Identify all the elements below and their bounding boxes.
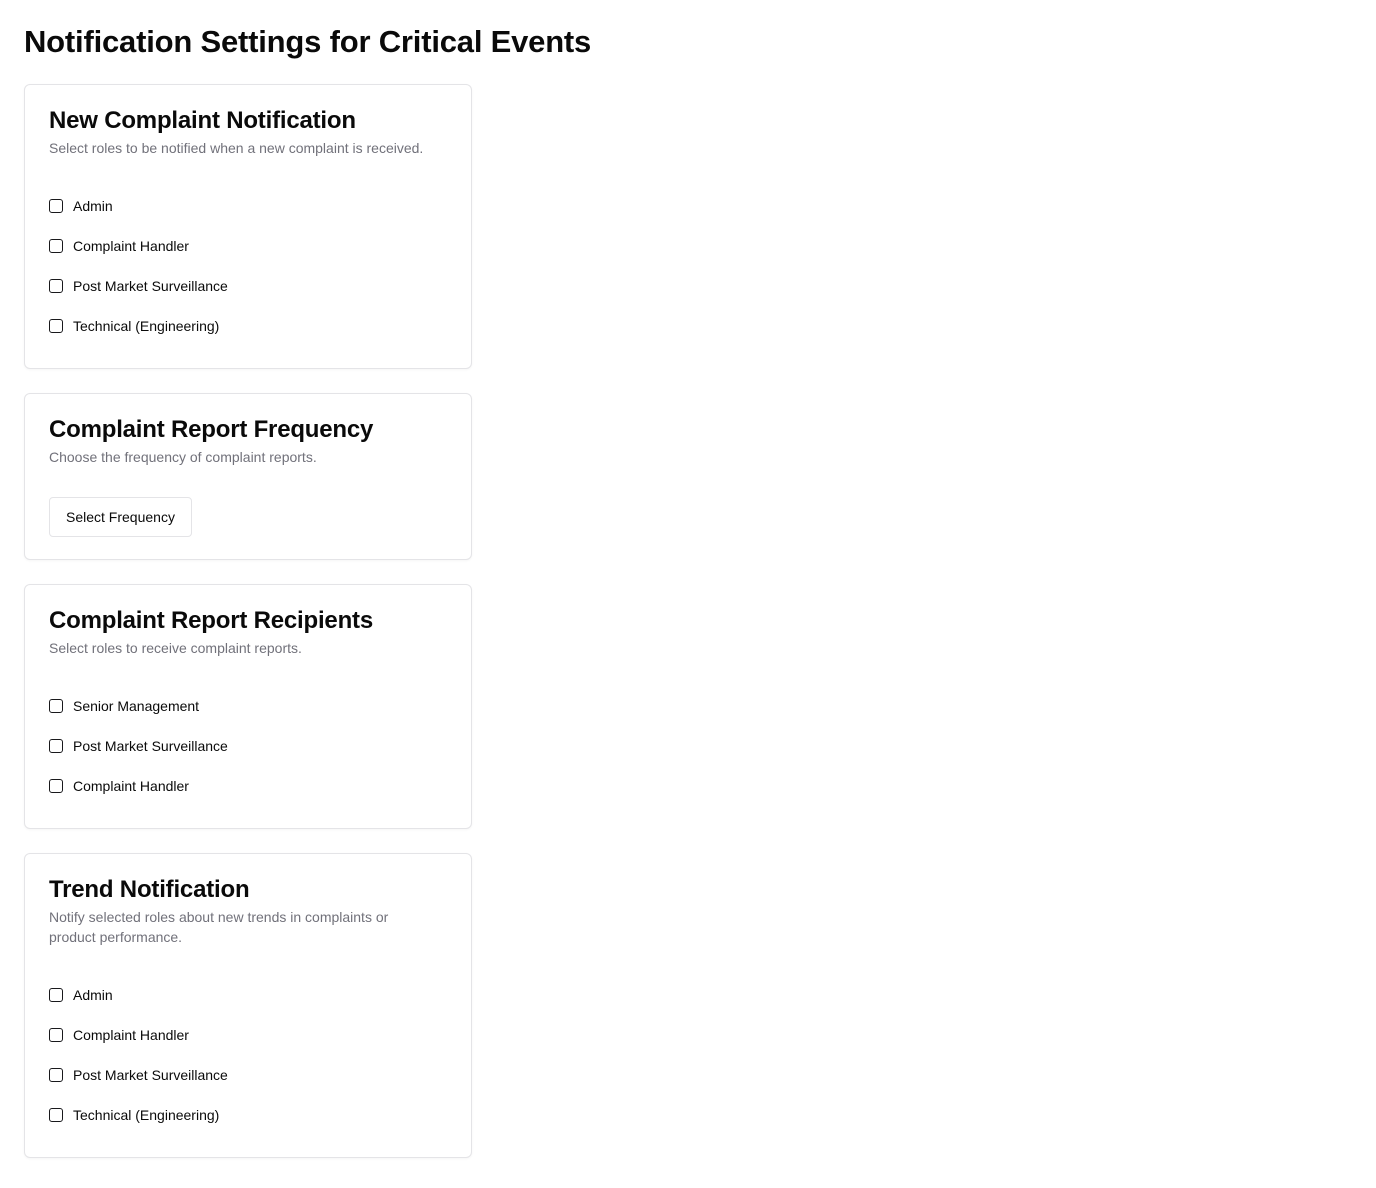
- option-label: Technical (Engineering): [73, 1107, 220, 1123]
- frequency-select-wrap: Select Frequency: [49, 497, 447, 537]
- checkbox[interactable]: [49, 319, 63, 333]
- role-options: Admin Complaint Handler Post Market Surv…: [49, 975, 447, 1135]
- trend-notification-card: Trend Notification Notify selected roles…: [24, 853, 472, 1158]
- role-option-complaint-handler[interactable]: Complaint Handler: [49, 1015, 447, 1055]
- card-description: Select roles to receive complaint report…: [49, 640, 302, 656]
- card-description: Choose the frequency of complaint report…: [49, 449, 317, 465]
- option-label: Technical (Engineering): [73, 318, 220, 334]
- card-description: Notify selected roles about new trends i…: [49, 909, 389, 945]
- settings-cards: New Complaint Notification Select roles …: [24, 84, 472, 1158]
- card-title: Complaint Report Recipients: [49, 607, 373, 634]
- checkbox[interactable]: [49, 239, 63, 253]
- checkbox[interactable]: [49, 779, 63, 793]
- page-title: Notification Settings for Critical Event…: [24, 24, 592, 59]
- role-option-post-market-surveillance[interactable]: Post Market Surveillance: [49, 1055, 447, 1095]
- checkbox[interactable]: [49, 279, 63, 293]
- card-title: New Complaint Notification: [49, 107, 356, 134]
- checkbox[interactable]: [49, 988, 63, 1002]
- role-option-admin[interactable]: Admin: [49, 186, 447, 226]
- option-label: Admin: [73, 198, 113, 214]
- role-options: Senior Management Post Market Surveillan…: [49, 686, 447, 806]
- role-options: Admin Complaint Handler Post Market Surv…: [49, 186, 447, 346]
- role-option-post-market-surveillance[interactable]: Post Market Surveillance: [49, 726, 447, 766]
- option-label: Complaint Handler: [73, 238, 189, 254]
- checkbox[interactable]: [49, 1108, 63, 1122]
- role-option-technical-engineering[interactable]: Technical (Engineering): [49, 1095, 447, 1135]
- role-option-complaint-handler[interactable]: Complaint Handler: [49, 766, 447, 806]
- option-label: Senior Management: [73, 698, 200, 714]
- checkbox[interactable]: [49, 199, 63, 213]
- new-complaint-notification-card: New Complaint Notification Select roles …: [24, 84, 472, 369]
- complaint-report-frequency-card: Complaint Report Frequency Choose the fr…: [24, 393, 472, 560]
- checkbox[interactable]: [49, 739, 63, 753]
- role-option-post-market-surveillance[interactable]: Post Market Surveillance: [49, 266, 447, 306]
- option-label: Post Market Surveillance: [73, 738, 228, 754]
- role-option-admin[interactable]: Admin: [49, 975, 447, 1015]
- option-label: Complaint Handler: [73, 778, 189, 794]
- checkbox[interactable]: [49, 1028, 63, 1042]
- checkbox[interactable]: [49, 1068, 63, 1082]
- select-frequency-button[interactable]: Select Frequency: [49, 497, 192, 537]
- card-title: Trend Notification: [49, 876, 250, 903]
- role-option-senior-management[interactable]: Senior Management: [49, 686, 447, 726]
- role-option-technical-engineering[interactable]: Technical (Engineering): [49, 306, 447, 346]
- option-label: Post Market Surveillance: [73, 1067, 228, 1083]
- role-option-complaint-handler[interactable]: Complaint Handler: [49, 226, 447, 266]
- option-label: Post Market Surveillance: [73, 278, 228, 294]
- checkbox[interactable]: [49, 699, 63, 713]
- card-description: Select roles to be notified when a new c…: [49, 140, 424, 156]
- complaint-report-recipients-card: Complaint Report Recipients Select roles…: [24, 584, 472, 829]
- settings-page: Notification Settings for Critical Event…: [0, 0, 1376, 1158]
- option-label: Complaint Handler: [73, 1027, 189, 1043]
- option-label: Admin: [73, 987, 113, 1003]
- card-title: Complaint Report Frequency: [49, 416, 374, 443]
